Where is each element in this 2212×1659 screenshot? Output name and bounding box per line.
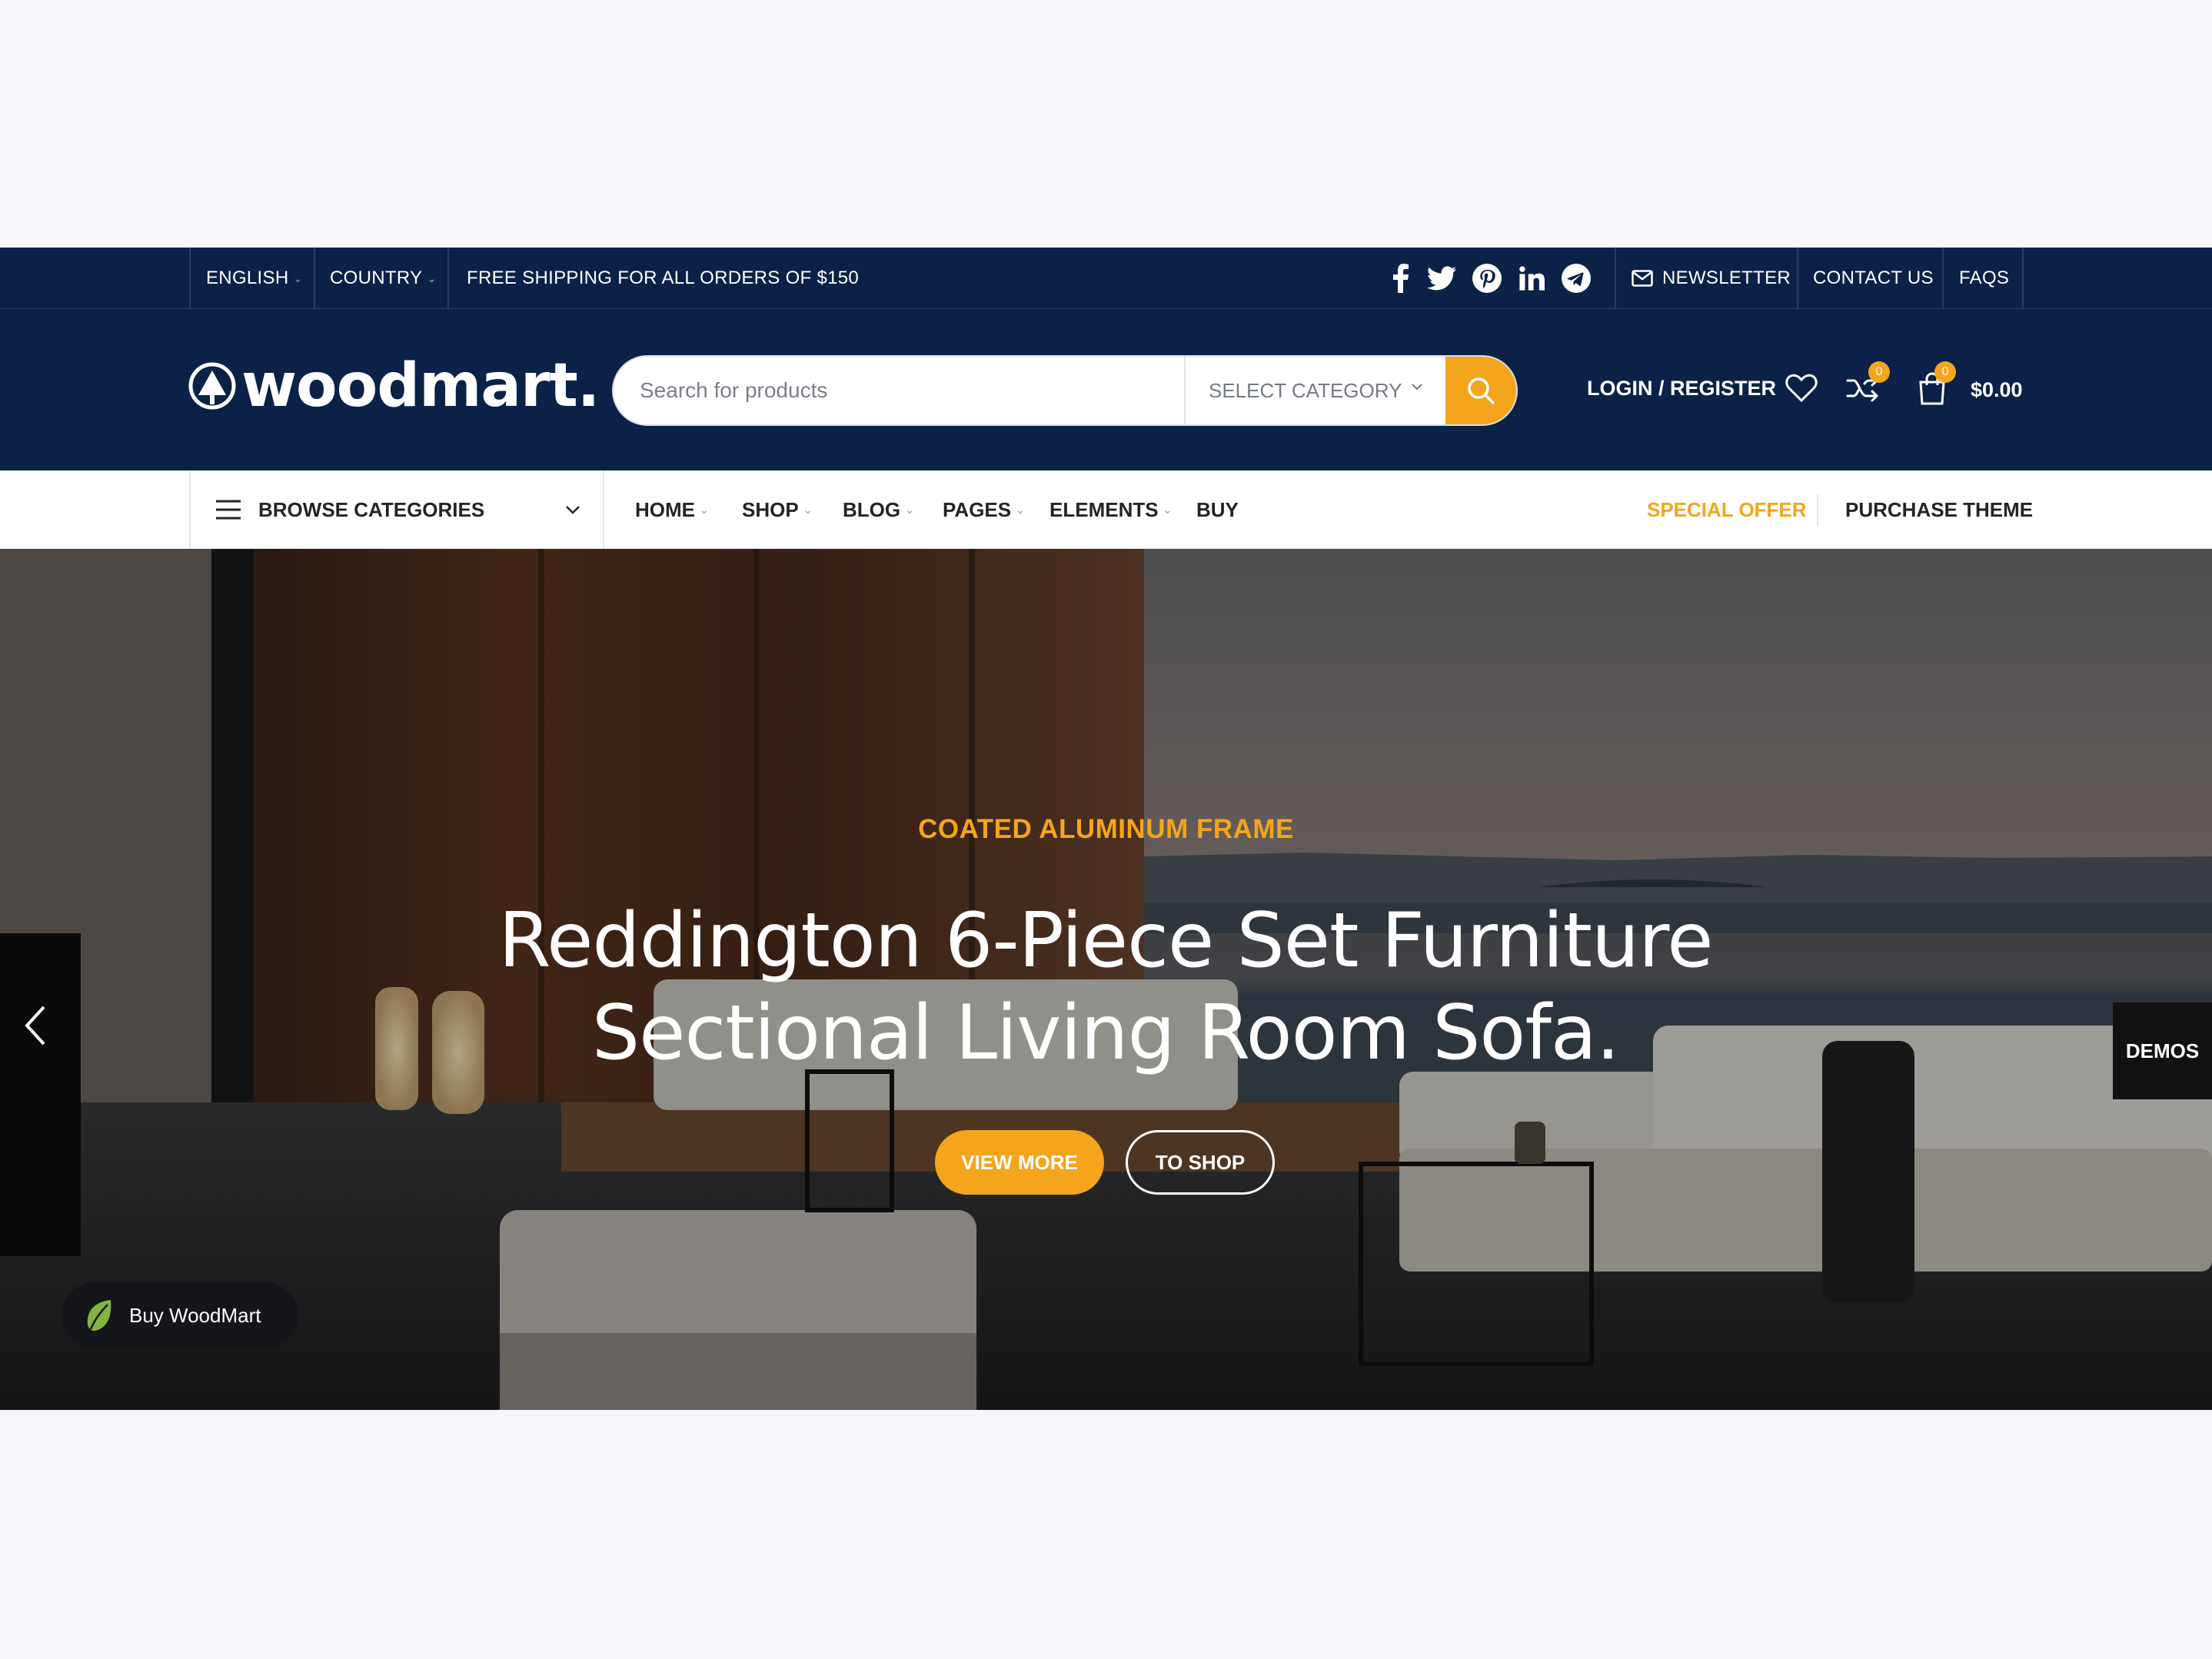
divider xyxy=(189,248,191,309)
chevron-down-icon: ⌄ xyxy=(803,503,813,516)
nav-item-elements[interactable]: ELEMENTS ⌄ xyxy=(1049,470,1172,549)
search-button[interactable] xyxy=(1445,357,1516,424)
faqs-link[interactable]: FAQS xyxy=(1959,248,2009,309)
nav-item-label: HOME xyxy=(635,497,695,521)
hero-title: Reddington 6-Piece Set Furniture Section… xyxy=(452,895,1759,1079)
browse-categories-label: BROWSE CATEGORIES xyxy=(258,497,485,521)
nav-item-label: SHOP xyxy=(742,497,799,521)
divider xyxy=(1615,248,1616,309)
linkedin-icon[interactable] xyxy=(1515,261,1548,295)
hero-title-line: Sectional Living Room Sofa. xyxy=(591,989,1620,1077)
cart-icon[interactable]: 0 xyxy=(1913,361,1956,407)
divider xyxy=(1817,494,1818,526)
pinterest-icon[interactable] xyxy=(1470,261,1504,295)
main-nav: BROWSE CATEGORIES HOME ⌄ SHOP ⌄ BLOG ⌄ PAGE… xyxy=(0,470,2212,549)
wishlist-icon[interactable] xyxy=(1782,369,1821,407)
view-more-button[interactable]: VIEW MORE xyxy=(935,1130,1104,1195)
nav-item-pages[interactable]: PAGES ⌄ xyxy=(943,470,1025,549)
prev-slide-button[interactable] xyxy=(12,995,58,1056)
compare-icon[interactable]: 0 xyxy=(1844,361,1890,407)
newsletter-label: NEWSLETTER xyxy=(1662,268,1791,288)
nav-item-label: PAGES xyxy=(943,497,1012,521)
compare-count-badge: 0 xyxy=(1868,361,1890,383)
chevron-down-icon: ⌄ xyxy=(1163,503,1173,516)
purchase-theme-link[interactable]: PURCHASE THEME xyxy=(1845,470,2033,549)
divider xyxy=(314,248,315,309)
telegram-icon[interactable] xyxy=(1559,261,1593,295)
hero-title-line: Reddington 6-Piece Set Furniture xyxy=(498,897,1713,985)
language-label: ENGLISH xyxy=(206,268,289,288)
cart-total[interactable]: $0.00 xyxy=(1971,378,2023,402)
chevron-down-icon: ⌄ xyxy=(905,503,914,516)
browse-categories-button[interactable]: BROWSE CATEGORIES xyxy=(189,470,604,549)
page-frame: ENGLISH ⌄ COUNTRY ⌄ FREE SHIPPING FOR ALL … xyxy=(0,248,2212,1410)
demos-button[interactable]: DEMOS xyxy=(2113,1002,2212,1099)
envelope-icon xyxy=(1632,270,1653,287)
twitter-icon[interactable] xyxy=(1425,261,1459,295)
nav-item-buy[interactable]: BUY xyxy=(1196,470,1239,549)
leaf-icon xyxy=(87,1300,111,1332)
chevron-left-icon xyxy=(25,1006,45,1046)
hero-subtitle: COATED ALUMINUM FRAME xyxy=(918,814,1294,844)
nav-item-label: BUY xyxy=(1196,497,1239,521)
login-register-link[interactable]: LOGIN / REGISTER xyxy=(1587,377,1776,401)
top-bar: ENGLISH ⌄ COUNTRY ⌄ FREE SHIPPING FOR ALL … xyxy=(0,248,2212,309)
language-selector[interactable]: ENGLISH ⌄ xyxy=(206,248,303,309)
logo[interactable]: woodmart. xyxy=(188,347,600,424)
promo-text: FREE SHIPPING FOR ALL ORDERS OF $150 xyxy=(467,268,860,288)
divider xyxy=(447,248,449,309)
chevron-down-icon xyxy=(1412,384,1422,391)
logo-text: woodmart. xyxy=(241,351,600,421)
main-header: woodmart. SELECT CATEGORY LOGIN / REGIST… xyxy=(0,309,2212,470)
cart-count-badge: 0 xyxy=(1934,361,1956,383)
nav-item-blog[interactable]: BLOG ⌄ xyxy=(843,470,914,549)
country-label: COUNTRY xyxy=(330,268,423,288)
facebook-icon[interactable] xyxy=(1384,261,1418,295)
category-select[interactable]: SELECT CATEGORY xyxy=(1184,357,1445,424)
nav-item-shop[interactable]: SHOP ⌄ xyxy=(742,470,812,549)
nav-item-home[interactable]: HOME ⌄ xyxy=(635,470,709,549)
logo-mark-icon xyxy=(188,362,236,410)
nav-item-label: ELEMENTS xyxy=(1049,497,1159,521)
search-bar: SELECT CATEGORY xyxy=(612,355,1518,426)
buy-woodmart-button[interactable]: Buy WoodMart xyxy=(62,1282,298,1348)
to-shop-button[interactable]: TO SHOP xyxy=(1126,1130,1275,1195)
chevron-down-icon: ⌄ xyxy=(293,271,303,284)
divider xyxy=(1797,248,1798,309)
contact-link[interactable]: CONTACT US xyxy=(1813,248,1934,309)
buy-woodmart-label: Buy WoodMart xyxy=(129,1303,261,1327)
country-selector[interactable]: COUNTRY ⌄ xyxy=(330,248,436,309)
hero-slider: COATED ALUMINUM FRAME Reddington 6-Piece… xyxy=(0,549,2212,1410)
chevron-down-icon: ⌄ xyxy=(1016,503,1025,516)
nav-item-label: BLOG xyxy=(843,497,901,521)
search-input[interactable] xyxy=(614,357,1184,424)
category-label: SELECT CATEGORY xyxy=(1209,378,1402,402)
chevron-down-icon: ⌄ xyxy=(427,271,437,284)
chevron-down-icon: ⌄ xyxy=(700,503,709,516)
divider xyxy=(2022,248,2024,309)
chevron-down-icon xyxy=(566,506,580,514)
special-offer-link[interactable]: SPECIAL OFFER xyxy=(1647,470,1807,549)
hamburger-icon xyxy=(216,500,241,520)
newsletter-link[interactable]: NEWSLETTER xyxy=(1632,248,1791,309)
search-icon xyxy=(1468,377,1495,404)
divider xyxy=(1942,248,1944,309)
